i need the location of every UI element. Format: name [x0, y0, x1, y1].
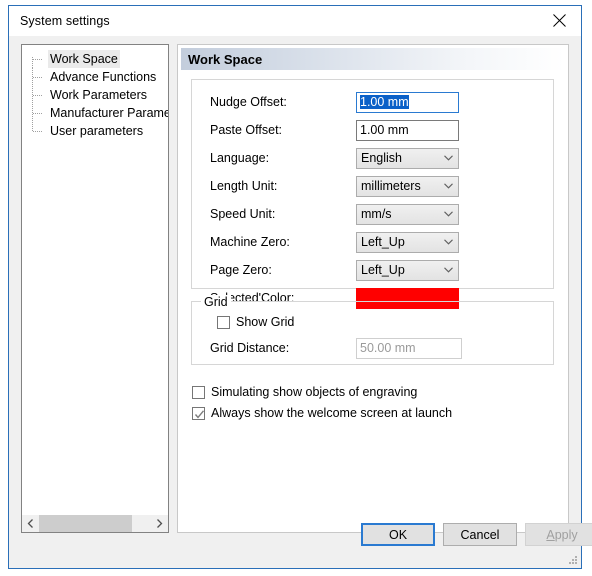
field-row-machine-zero: Machine Zero: Left_Up — [210, 230, 541, 254]
always-show-welcome-label: Always show the welcome screen at launch — [211, 406, 453, 420]
settings-tree-items: Work Space Advance Functions Work Parame… — [22, 45, 168, 515]
settings-content-panel: Work Space Nudge Offset: 1.00 mm Paste O… — [177, 44, 569, 533]
window-title: System settings — [20, 14, 110, 28]
sidebar-item-user-parameters[interactable]: User parameters — [22, 122, 168, 140]
language-select[interactable]: English — [356, 147, 459, 169]
ok-button-label: OK — [388, 527, 408, 542]
always-show-welcome-checkbox[interactable]: Always show the welcome screen at launch — [192, 406, 452, 420]
dialog-body: Work Space Advance Functions Work Parame… — [9, 36, 592, 568]
sidebar-item-manufacturer-parameters[interactable]: Manufacturer Paramet — [22, 104, 168, 122]
apply-button-label: pply — [554, 527, 578, 542]
grid-distance-label: Grid Distance: — [210, 341, 290, 355]
sidebar-item-advance-functions[interactable]: Advance Functions — [22, 68, 168, 86]
checkbox-box — [217, 315, 230, 329]
chevron-down-icon — [444, 233, 453, 252]
field-row-grid-distance: Grid Distance: 50.00 mm — [210, 336, 541, 360]
show-grid-label: Show Grid — [236, 315, 295, 329]
sidebar-item-label: Manufacturer Paramet — [50, 106, 168, 120]
settings-tree[interactable]: Work Space Advance Functions Work Parame… — [21, 44, 169, 533]
length-unit-select[interactable]: millimeters — [356, 175, 459, 197]
page-zero-select[interactable]: Left_Up — [356, 259, 459, 281]
length-unit-value: millimeters — [361, 179, 421, 193]
grid-distance-value: 50.00 mm — [360, 340, 416, 355]
title-bar: System settings — [9, 6, 581, 36]
chevron-down-icon — [444, 261, 453, 280]
sidebar-item-work-space[interactable]: Work Space — [22, 50, 168, 68]
nudge-offset-input[interactable]: 1.00 mm — [356, 91, 459, 113]
dialog-button-bar: OK Cancel Apply — [9, 510, 592, 568]
nudge-offset-label: Nudge Offset: — [210, 95, 287, 109]
apply-button: Apply — [525, 523, 592, 546]
close-icon — [552, 14, 566, 27]
paste-offset-input[interactable]: 1.00 mm — [356, 119, 459, 141]
system-settings-dialog: System settings Work Space Advance Funct… — [8, 5, 592, 569]
grid-group-legend: Grid — [201, 295, 231, 309]
machine-zero-label: Machine Zero: — [210, 235, 290, 249]
sidebar-item-work-parameters[interactable]: Work Parameters — [22, 86, 168, 104]
language-value: English — [361, 151, 402, 165]
machine-zero-select[interactable]: Left_Up — [356, 231, 459, 253]
nudge-offset-value: 1.00 mm — [360, 94, 409, 109]
sidebar-item-label: User parameters — [50, 124, 144, 138]
chevron-down-icon — [444, 205, 453, 224]
checkbox-box — [192, 385, 205, 399]
field-row-speed-unit: Speed Unit: mm/s — [210, 202, 541, 226]
sidebar-item-label: Advance Functions — [50, 70, 157, 84]
paste-offset-label: Paste Offset: — [210, 123, 283, 137]
page-zero-value: Left_Up — [361, 263, 405, 277]
speed-unit-value: mm/s — [361, 207, 392, 221]
page-title: Work Space — [181, 48, 565, 70]
field-row-length-unit: Length Unit: millimeters — [210, 174, 541, 198]
close-button[interactable] — [537, 6, 581, 35]
simulating-show-objects-label: Simulating show objects of engraving — [211, 385, 418, 399]
sidebar-item-label: Work Parameters — [50, 88, 148, 102]
cancel-button-label: Cancel — [460, 527, 500, 542]
language-label: Language: — [210, 151, 270, 165]
grid-settings-group: Grid Show Grid Grid Distance: 50.00 mm — [191, 295, 554, 365]
machine-zero-value: Left_Up — [361, 235, 405, 249]
speed-unit-select[interactable]: mm/s — [356, 203, 459, 225]
ok-button[interactable]: OK — [361, 523, 435, 546]
field-row-page-zero: Page Zero: Left_Up — [210, 258, 541, 282]
page-zero-label: Page Zero: — [210, 263, 272, 277]
simulating-show-objects-checkbox[interactable]: Simulating show objects of engraving — [192, 385, 417, 399]
chevron-down-icon — [444, 149, 453, 168]
field-row-paste-offset: Paste Offset: 1.00 mm — [210, 118, 541, 142]
apply-button-accelerator: A — [546, 527, 555, 542]
field-row-nudge-offset: Nudge Offset: 1.00 mm — [210, 90, 541, 114]
workspace-settings-group: Nudge Offset: 1.00 mm Paste Offset: 1.00… — [191, 79, 554, 309]
field-row-language: Language: English — [210, 146, 541, 170]
speed-unit-label: Speed Unit: — [210, 207, 276, 221]
sidebar-item-label: Work Space — [48, 50, 120, 68]
length-unit-label: Length Unit: — [210, 179, 278, 193]
checkbox-box — [192, 406, 205, 420]
chevron-down-icon — [444, 177, 453, 196]
grid-distance-input[interactable]: 50.00 mm — [356, 337, 462, 359]
show-grid-checkbox[interactable]: Show Grid — [217, 315, 294, 329]
paste-offset-value: 1.00 mm — [360, 122, 409, 137]
resize-grip[interactable] — [567, 554, 579, 566]
cancel-button[interactable]: Cancel — [443, 523, 517, 546]
